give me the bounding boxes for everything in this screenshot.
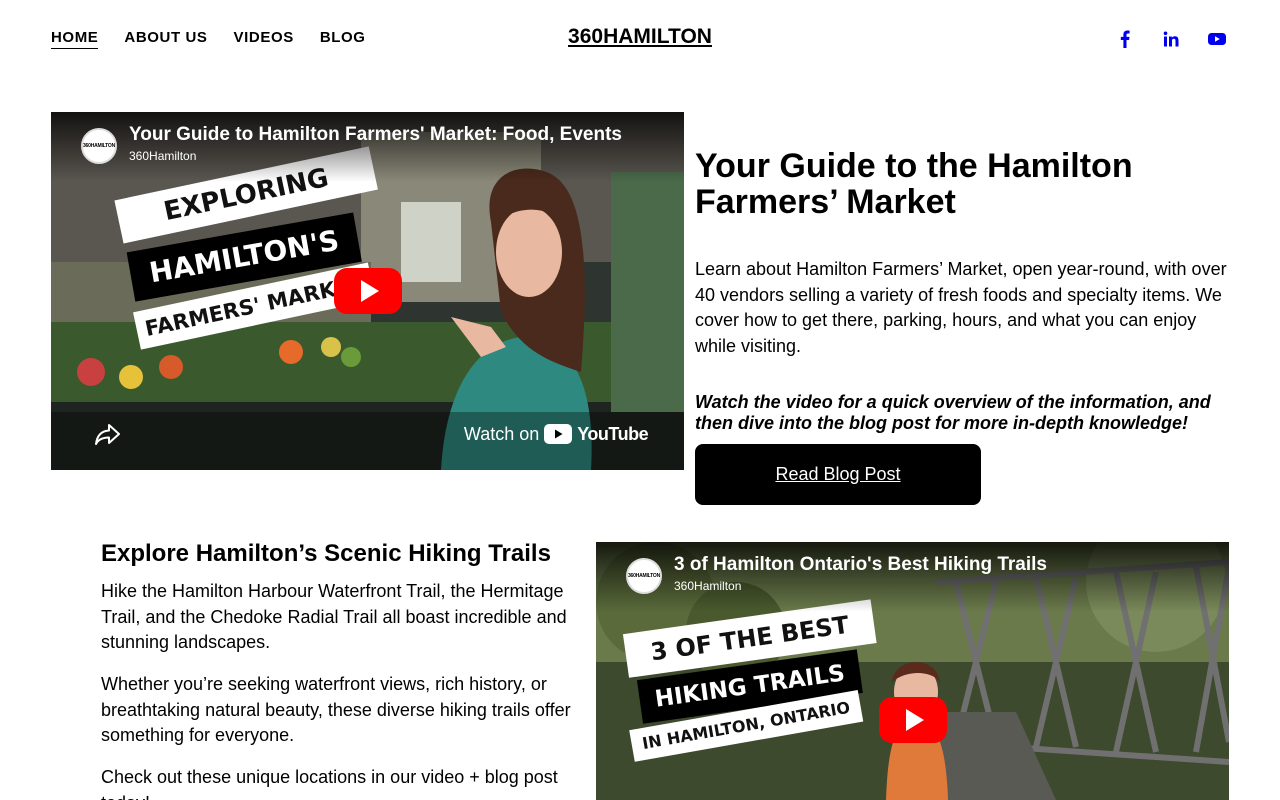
main-nav: HOME ABOUT US VIDEOS BLOG	[51, 28, 366, 49]
video-title[interactable]: Your Guide to Hamilton Farmers' Market: …	[129, 124, 654, 146]
nav-blog[interactable]: BLOG	[320, 28, 366, 49]
share-icon[interactable]	[95, 422, 121, 451]
video-title-bar	[51, 112, 684, 182]
youtube-label: YouTube	[577, 423, 649, 444]
video-title[interactable]: 3 of Hamilton Ontario's Best Hiking Trai…	[674, 554, 1199, 576]
read-blog-post-button[interactable]: Read Blog Post	[695, 444, 981, 505]
linkedin-icon[interactable]	[1160, 28, 1182, 50]
site-logo[interactable]: 360HAMILTON	[568, 25, 712, 48]
nav-about-us[interactable]: ABOUT US	[124, 28, 207, 49]
video-channel[interactable]: 360Hamilton	[129, 149, 196, 163]
farmers-market-description: Learn about Hamilton Farmers’ Market, op…	[695, 259, 1227, 356]
hiking-trails-video[interactable]: 3 OF THE BEST HIKING TRAILS IN HAMILTON,…	[596, 542, 1229, 800]
watch-on-youtube[interactable]: Watch on YouTube	[451, 414, 661, 454]
farmers-market-cta-text: Watch the video for a quick overview of …	[695, 392, 1211, 433]
hiking-trails-paragraph-3: Check out these unique locations in our …	[101, 767, 558, 800]
play-button[interactable]	[879, 697, 947, 743]
nav-home[interactable]: HOME	[51, 28, 99, 49]
play-button[interactable]	[334, 268, 402, 314]
youtube-logo-icon	[544, 424, 573, 444]
farmers-market-video[interactable]: EXPLORING HAMILTON'S FARMERS' MARKET 360…	[51, 112, 684, 470]
channel-avatar[interactable]: 360HAMILTON	[81, 128, 117, 164]
facebook-icon[interactable]	[1114, 28, 1136, 50]
nav-videos[interactable]: VIDEOS	[234, 28, 294, 49]
hiking-trails-paragraph-1: Hike the Hamilton Harbour Waterfront Tra…	[101, 581, 567, 652]
channel-avatar[interactable]: 360HAMILTON	[626, 558, 662, 594]
video-title-bar	[596, 542, 1229, 612]
hiking-trails-heading: Explore Hamilton’s Scenic Hiking Trails	[101, 540, 551, 567]
video-channel[interactable]: 360Hamilton	[674, 579, 741, 593]
social-links	[1114, 28, 1228, 50]
youtube-icon[interactable]	[1206, 28, 1228, 50]
hiking-trails-paragraph-2: Whether you’re seeking waterfront views,…	[101, 674, 571, 745]
farmers-market-heading: Your Guide to the Hamilton Farmers’ Mark…	[695, 147, 1133, 221]
watch-on-label: Watch on	[463, 423, 540, 444]
